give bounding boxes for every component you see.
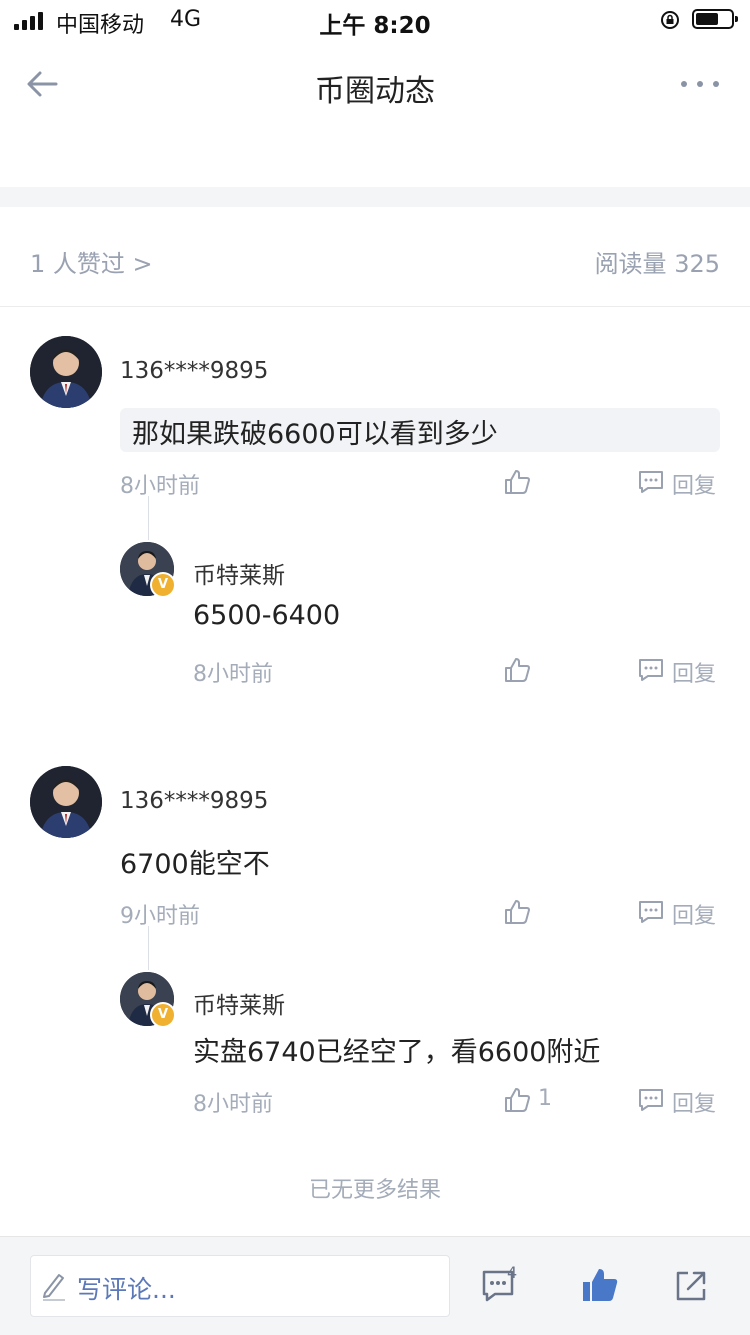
comment-icon [639,471,663,493]
clock: 上午 8:20 [319,13,431,39]
comment-icon [639,1089,663,1111]
comment-input-placeholder: 写评论... [77,1275,176,1304]
like-filled-icon[interactable] [581,1267,619,1303]
reply-label: 回复 [672,904,717,929]
like-icon[interactable] [503,468,531,496]
comment-input[interactable]: 写评论... [30,1255,450,1317]
no-more-results: 已无更多结果 [308,1178,441,1203]
share-icon[interactable] [674,1269,708,1303]
reply-time: 8小时前 [193,1092,273,1117]
reply-button[interactable]: 回复 [638,468,724,499]
reply-button[interactable]: 回复 [638,898,724,929]
reply-button[interactable]: 回复 [638,656,724,687]
comment-author: 136****9895 [120,358,269,384]
comment-time: 9小时前 [120,904,200,929]
thread-line [148,496,149,540]
like-icon[interactable] [503,656,531,684]
like-icon[interactable] [503,1086,531,1114]
reply-label: 回复 [672,662,717,687]
nav-bar: 币圈动态 [0,40,750,130]
reply-label: 回复 [672,474,717,499]
battery-icon [692,9,738,29]
read-count: 阅读量 325 [594,250,720,278]
section-divider [0,187,750,207]
comment-count-badge: 4 [507,1263,518,1282]
more-icon[interactable] [676,74,724,94]
reply-text: 6500-6400 [193,600,341,631]
pencil-icon [43,1274,65,1301]
reply-text: 实盘6740已经空了，看6600附近 [193,1037,601,1068]
reply-time: 8小时前 [193,662,273,687]
reply-author: 币特莱斯 [193,993,285,1019]
verified-badge-icon: V [150,1002,176,1028]
rotation-lock-icon [661,11,679,29]
comment-text: 那如果跌破6600可以看到多少 [132,419,498,450]
status-bar: 中国移动 4G 上午 8:20 [0,0,750,40]
like-count: 1 [538,1086,552,1111]
reply-author: 币特莱斯 [193,563,285,589]
comment-icon [639,901,663,923]
page-title: 币圈动态 [315,74,435,109]
post-meta: 1 人赞过 > 阅读量 325 [0,208,750,307]
comment-text: 6700能空不 [120,849,270,880]
thread-line [148,926,149,970]
comment-author: 136****9895 [120,788,269,814]
comment-icon [639,659,663,681]
reply-label: 回复 [672,1092,717,1117]
bottom-bar: 写评论... 4 [0,1236,750,1335]
liked-by-link[interactable]: 1 人赞过 > [30,244,153,279]
like-icon[interactable] [503,898,531,926]
verified-badge-icon: V [150,572,176,598]
comment-time: 8小时前 [120,474,200,499]
avatar[interactable] [30,766,102,838]
avatar[interactable] [30,336,102,408]
reply-button[interactable]: 回复 [638,1086,724,1117]
